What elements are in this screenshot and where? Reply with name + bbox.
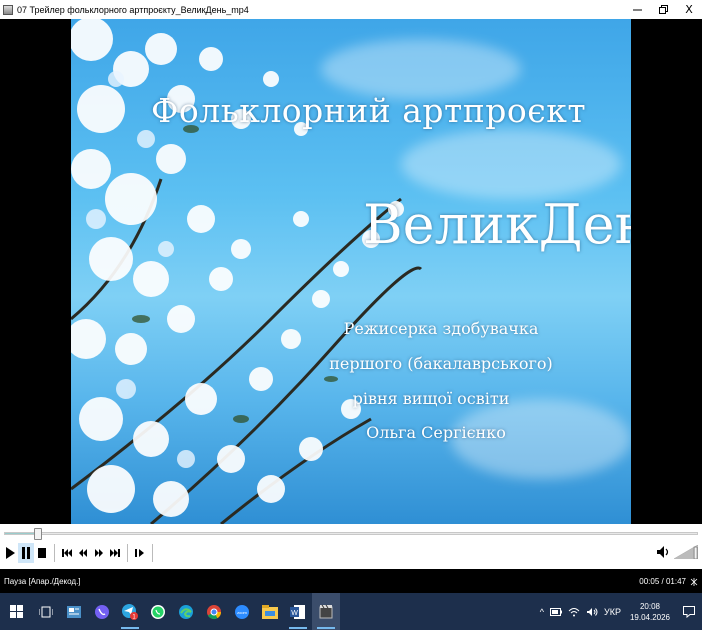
whatsapp-icon (151, 604, 165, 619)
wifi-icon[interactable] (568, 607, 580, 617)
stop-button[interactable] (34, 543, 50, 563)
fast-forward-icon (95, 549, 103, 557)
divider (127, 544, 128, 562)
title-bar[interactable]: 07 Трейлер фольклорного артпроєкту_Велик… (0, 0, 702, 19)
window-title: 07 Трейлер фольклорного артпроєкту_Велик… (17, 4, 249, 15)
clock-time: 20:08 (639, 601, 660, 611)
speaker-icon (657, 546, 669, 558)
player-controls (0, 524, 702, 569)
credit-line-2: першого (бакалаврського) (329, 354, 553, 373)
viber-icon (95, 604, 109, 619)
seek-bar[interactable] (4, 528, 698, 540)
task-view-icon (39, 606, 53, 617)
video-area[interactable]: Фольклорний артпроєкт ВеликДень Режисерк… (0, 19, 702, 524)
frame-step-icon (135, 549, 144, 557)
skip-back-button[interactable] (59, 543, 75, 563)
restore-button[interactable] (650, 0, 676, 19)
rewind-icon (79, 549, 87, 557)
word-icon: W (290, 604, 305, 619)
credit-line-4: Ольга Сергієнко (366, 423, 506, 442)
volume-tray-icon[interactable] (586, 607, 598, 617)
status-right: 00:05 / 01:47 (639, 577, 698, 586)
video-title-line2: ВеликДень (363, 193, 631, 256)
whatsapp-button[interactable] (144, 593, 172, 630)
chrome-button[interactable] (200, 593, 228, 630)
close-icon: X (685, 3, 693, 16)
edge-button[interactable] (172, 593, 200, 630)
battery-icon[interactable] (549, 607, 562, 616)
telegram-button[interactable]: 1 (116, 593, 144, 630)
playback-status: Пауза [Апар./Декод.] (4, 577, 81, 586)
media-player-button[interactable] (312, 593, 340, 630)
play-icon (6, 547, 15, 559)
task-view-button[interactable] (32, 593, 60, 630)
skip-forward-button[interactable] (107, 543, 123, 563)
show-hidden-icons-button[interactable]: ^ (540, 607, 544, 617)
time-display: 00:05 / 01:47 (639, 577, 686, 586)
notification-icon (683, 605, 695, 618)
play-button[interactable] (2, 543, 18, 563)
file-explorer-button[interactable] (256, 593, 284, 630)
divider (152, 544, 153, 562)
fast-forward-button[interactable] (91, 543, 107, 563)
system-tray: ^ УКР 20:08 19.04.2026 (537, 593, 702, 630)
minimize-button[interactable] (624, 0, 650, 19)
zoom-button[interactable]: zoom (228, 593, 256, 630)
chrome-icon (207, 604, 222, 619)
news-widget-icon (67, 605, 81, 618)
stop-icon (38, 548, 46, 558)
rewind-button[interactable] (75, 543, 91, 563)
playback-buttons (0, 542, 157, 564)
notifications-button[interactable] (676, 593, 702, 630)
zoom-label: zoom (237, 610, 247, 615)
app-icon (3, 4, 13, 15)
svg-text:W: W (291, 610, 298, 617)
telegram-icon: 1 (122, 603, 138, 620)
edge-icon (179, 604, 193, 619)
credit-line-3: рівня вищої освіти (352, 389, 510, 408)
volume-control (654, 542, 698, 562)
credit-line-1: Режисерка здобувачка (343, 319, 539, 338)
media-player-icon (319, 604, 333, 618)
windows-start-icon (9, 605, 23, 618)
pause-button[interactable] (18, 543, 34, 563)
pause-icon (22, 547, 30, 559)
viber-button[interactable] (88, 593, 116, 630)
skip-forward-icon (110, 549, 120, 557)
news-widget-button[interactable] (60, 593, 88, 630)
skip-back-icon (62, 549, 72, 557)
language-indicator[interactable]: УКР (604, 607, 621, 617)
window-controls: X (624, 0, 702, 19)
word-button[interactable]: W (284, 593, 312, 630)
mute-button[interactable] (654, 542, 672, 562)
clock-date: 19.04.2026 (629, 612, 670, 622)
frame-step-button[interactable] (132, 543, 148, 563)
start-button[interactable] (0, 593, 32, 630)
restore-icon (658, 5, 668, 14)
zoom-icon: zoom (235, 604, 249, 619)
minimize-icon (632, 9, 642, 11)
video-title-line1: Фольклорний артпроєкт (151, 91, 587, 130)
windows-taskbar: 1 zoom W ^ УКР 20:08 19.04.2026 (0, 593, 702, 630)
volume-slider[interactable] (674, 545, 698, 559)
file-explorer-icon (262, 604, 278, 619)
clock[interactable]: 20:08 19.04.2026 (630, 601, 670, 623)
divider (54, 544, 55, 562)
status-bar: Пауза [Апар./Декод.] 00:05 / 01:47 (0, 569, 702, 593)
close-button[interactable]: X (676, 0, 702, 19)
resize-grip-icon (690, 577, 698, 586)
media-player-window: 07 Трейлер фольклорного артпроєкту_Велик… (0, 0, 702, 630)
seek-handle[interactable] (33, 528, 42, 540)
video-frame: Фольклорний артпроєкт ВеликДень Режисерк… (71, 19, 631, 524)
